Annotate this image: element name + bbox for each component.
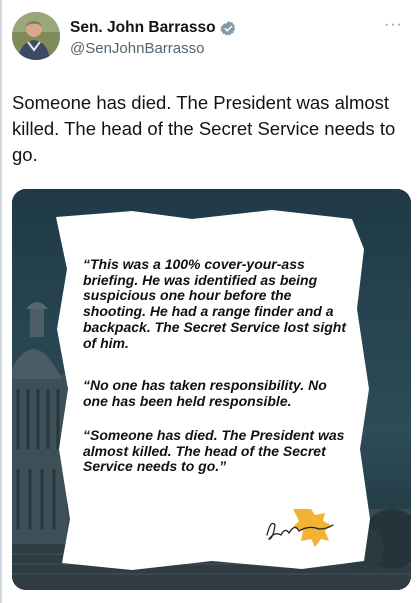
avatar[interactable] [12, 12, 60, 60]
tweet-text: Someone has died. The President was almo… [12, 92, 396, 165]
more-horizontal-icon[interactable]: ··· [384, 17, 404, 33]
quote-1: “This was a 100% cover-your-ass briefing… [83, 256, 347, 351]
thread-border [0, 0, 2, 603]
quote-2: “No one has taken responsibility. No one… [83, 377, 327, 409]
verified-badge-icon[interactable] [220, 20, 237, 37]
tweet-header: Sen. John Barrasso @SenJohnBarrasso ··· [12, 12, 408, 64]
tweet-card[interactable]: Sen. John Barrasso @SenJohnBarrasso ··· … [0, 0, 419, 603]
author-handle[interactable]: @SenJohnBarrasso [70, 40, 237, 57]
signature-with-bronco-logo [266, 509, 334, 547]
display-name[interactable]: Sen. John Barrasso [70, 19, 216, 37]
quote-3: “Someone has died. The President was alm… [83, 427, 345, 475]
avatar-photo-icon [12, 12, 60, 60]
